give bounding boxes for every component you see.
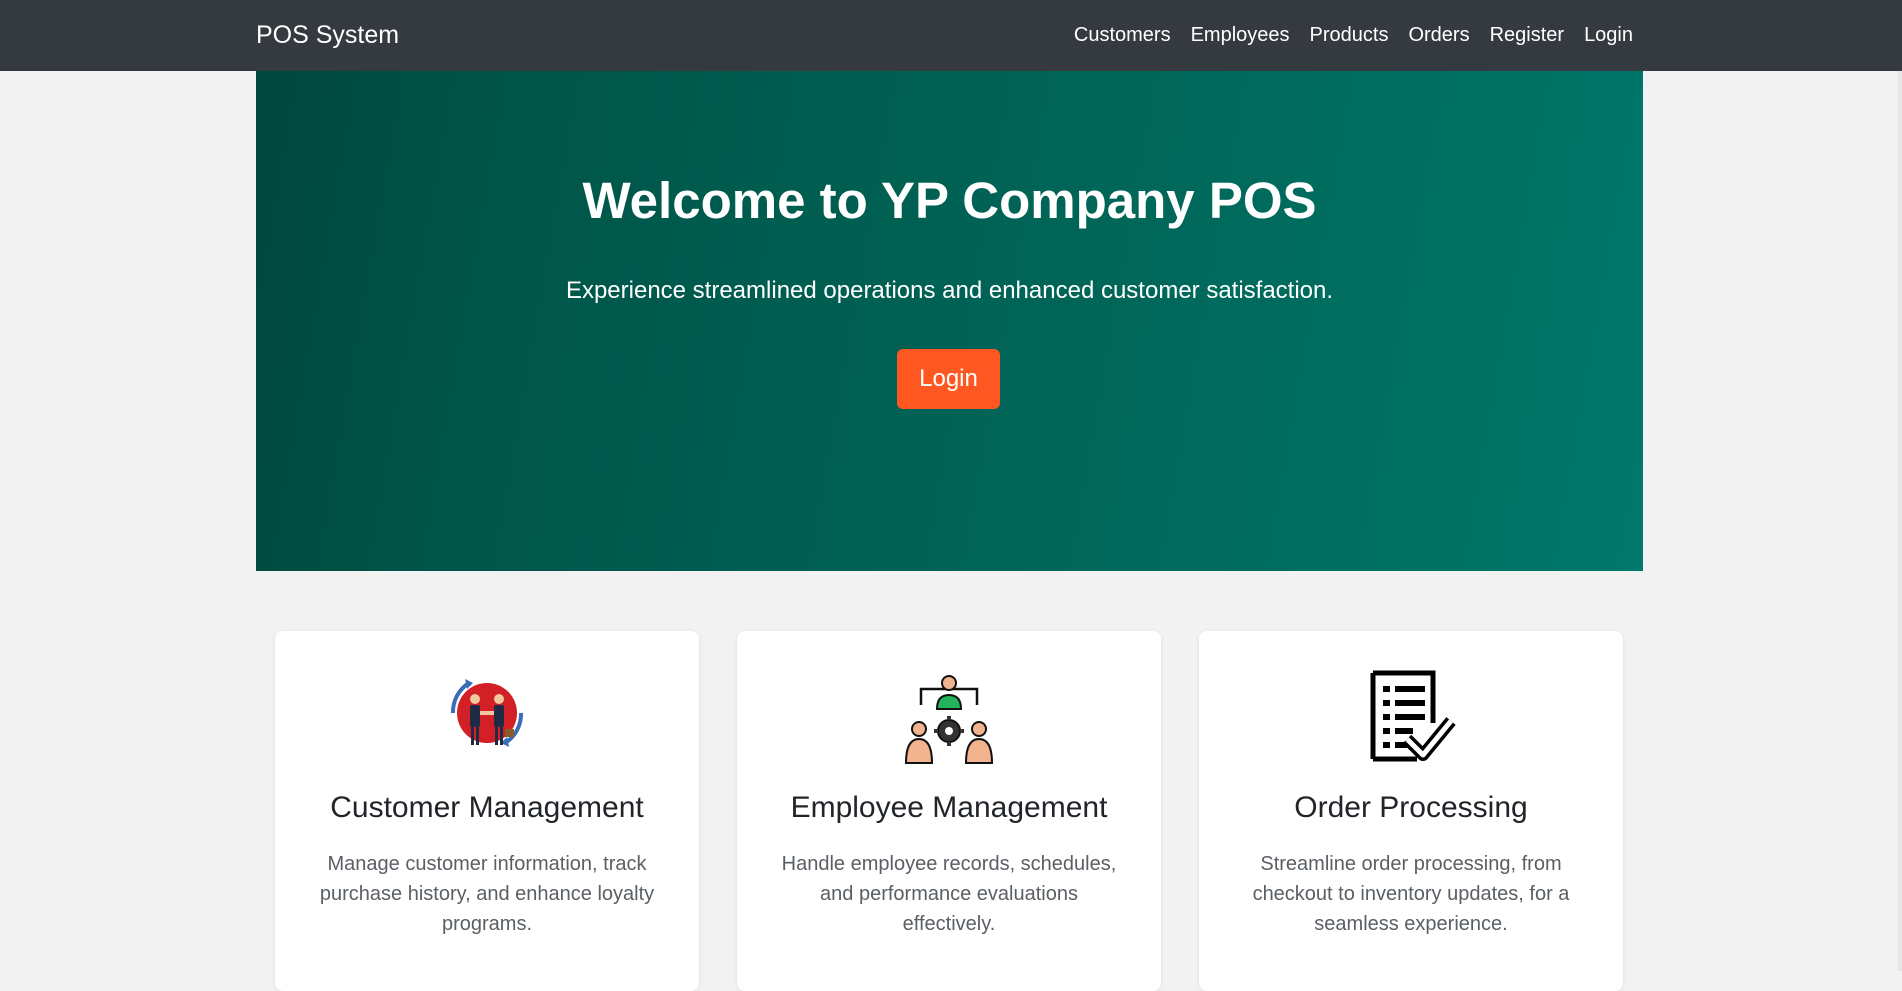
handshake-icon bbox=[275, 669, 699, 765]
feature-description: Manage customer information, track purch… bbox=[319, 853, 655, 935]
nav-link-orders[interactable]: Orders bbox=[1408, 24, 1469, 47]
feature-card-employee-management: Employee Management Handle employee reco… bbox=[737, 631, 1161, 991]
brand-link[interactable]: POS System bbox=[256, 21, 399, 50]
hero-banner: Welcome to YP Company POS Experience str… bbox=[256, 71, 1643, 571]
feature-description: Handle employee records, schedules, and … bbox=[781, 853, 1117, 935]
page-scrollbar[interactable] bbox=[1898, 71, 1902, 971]
feature-card-order-processing: Order Processing Streamline order proces… bbox=[1199, 631, 1623, 991]
hero-subtitle: Experience streamlined operations and en… bbox=[565, 277, 1334, 304]
feature-description: Streamline order processing, from checko… bbox=[1252, 853, 1570, 935]
checklist-icon bbox=[1199, 669, 1623, 765]
nav-link-products[interactable]: Products bbox=[1310, 24, 1389, 47]
feature-title: Order Processing bbox=[1294, 791, 1528, 824]
feature-title: Customer Management bbox=[330, 791, 644, 824]
feature-title: Employee Management bbox=[790, 791, 1108, 824]
hero-title: Welcome to YP Company POS bbox=[582, 172, 1317, 229]
nav-link-login[interactable]: Login bbox=[1584, 24, 1633, 47]
feature-cards: Customer Management Manage customer info… bbox=[275, 631, 1625, 991]
nav-link-employees[interactable]: Employees bbox=[1191, 24, 1290, 47]
navbar-container: POS System Customers Employees Products … bbox=[256, 0, 1634, 71]
team-gear-icon bbox=[737, 669, 1161, 765]
nav-link-register[interactable]: Register bbox=[1490, 24, 1564, 47]
feature-card-customer-management: Customer Management Manage customer info… bbox=[275, 631, 699, 991]
nav-links: Customers Employees Products Orders Regi… bbox=[1074, 24, 1634, 47]
nav-link-customers[interactable]: Customers bbox=[1074, 24, 1171, 47]
top-navbar: POS System Customers Employees Products … bbox=[0, 0, 1902, 71]
hero-login-button[interactable]: Login bbox=[897, 349, 1000, 409]
